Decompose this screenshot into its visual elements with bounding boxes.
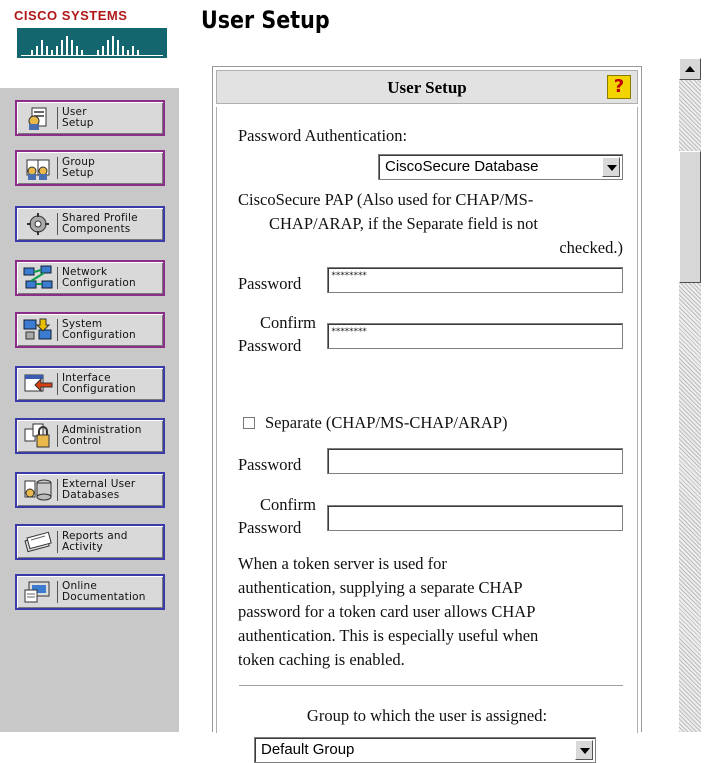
group-assignment-label: Group to which the user is assigned: [306, 706, 548, 725]
token-note-line: token caching is enabled. [238, 650, 405, 669]
nav-group-setup[interactable]: Group Setup [15, 150, 165, 186]
section-divider [239, 685, 623, 687]
nav-user-setup[interactable]: User Setup [15, 100, 165, 136]
separate-checkbox[interactable] [243, 417, 255, 429]
user-setup-panel: User Setup ? Password Authentication: Ci… [212, 66, 642, 763]
pap-note-line-2: CHAP/ARAP, if the Separate field is not [269, 214, 539, 233]
group-setup-icon [21, 154, 55, 182]
select-value: CiscoSecure Database [385, 158, 539, 175]
panel-header: User Setup ? [216, 70, 638, 104]
admin-control-icon [21, 422, 55, 450]
nav-network-configuration[interactable]: Network Configuration [15, 260, 165, 296]
select-value: Default Group [261, 741, 355, 758]
nav-reports-and-activity[interactable]: Reports and Activity [15, 524, 165, 560]
left-navigation: User Setup Group Setup Shared Profile Co… [0, 88, 179, 732]
online-doc-icon [21, 578, 55, 606]
token-note-line: password for a token card user allows CH… [238, 602, 536, 621]
separate-confirm-password-label: Password [238, 518, 302, 537]
password-authentication-select[interactable]: CiscoSecure Database [378, 154, 623, 180]
panel-header-title: User Setup [387, 78, 467, 97]
password-label: Password [238, 274, 302, 293]
token-note-line: authentication, supplying a separate CHA… [238, 578, 523, 597]
nav-interface-configuration[interactable]: Interface Configuration [15, 366, 165, 402]
panel-body: Password Authentication: CiscoSecure Dat… [216, 107, 638, 763]
brand-name: Cisco Systems [14, 8, 128, 23]
user-setup-icon [21, 104, 55, 132]
nav-label: Shared Profile Components [62, 212, 138, 235]
pap-note-line-3: checked.) [559, 238, 623, 257]
separate-confirm-password-field[interactable] [327, 505, 623, 531]
scroll-up-button[interactable] [679, 58, 701, 80]
token-note-line: authentication. This is especially usefu… [238, 626, 539, 645]
nav-shared-profile-components[interactable]: Shared Profile Components [15, 206, 165, 242]
confirm-password-label: Password [238, 336, 302, 355]
vertical-scrollbar[interactable] [679, 58, 701, 732]
password-authentication-label: Password Authentication: [238, 126, 408, 145]
separate-password-label: Password [238, 455, 302, 474]
cisco-bars-icon [17, 28, 167, 58]
shared-profile-icon [21, 210, 55, 238]
nav-label: Network Configuration [62, 266, 136, 289]
network-config-icon [21, 264, 55, 292]
nav-label: User Setup [62, 106, 94, 129]
confirm-label: Confirm [260, 313, 316, 332]
nav-label: Administration Control [62, 424, 142, 447]
system-config-icon [21, 316, 55, 344]
password-field[interactable]: ******** [327, 267, 623, 293]
pap-note-line-1: CiscoSecure PAP (Also used for CHAP/MS- [238, 190, 534, 209]
confirm-password-field[interactable]: ******** [327, 323, 623, 349]
group-select[interactable]: Default Group [254, 737, 596, 763]
token-note-line: When a token server is used for [238, 554, 447, 573]
scroll-thumb[interactable] [679, 151, 701, 283]
nav-external-user-databases[interactable]: External User Databases [15, 472, 165, 508]
chevron-down-icon[interactable] [575, 740, 593, 760]
nav-system-configuration[interactable]: System Configuration [15, 312, 165, 348]
separate-password-field[interactable] [327, 448, 623, 474]
nav-label: Interface Configuration [62, 372, 136, 395]
nav-online-documentation[interactable]: Online Documentation [15, 574, 165, 610]
separate-confirm-label: Confirm [260, 495, 316, 514]
page-title: User Setup [201, 6, 330, 34]
chevron-down-icon[interactable] [602, 157, 620, 177]
external-db-icon [21, 476, 55, 504]
interface-config-icon [21, 370, 55, 398]
separate-label: Separate (CHAP/MS-CHAP/ARAP) [265, 413, 508, 432]
cisco-logo: Cisco Systems [14, 8, 174, 70]
nav-administration-control[interactable]: Administration Control [15, 418, 165, 454]
reports-icon [21, 528, 55, 556]
help-icon[interactable]: ? [607, 75, 631, 99]
nav-label: External User Databases [62, 478, 136, 501]
nav-label: Online Documentation [62, 580, 146, 603]
nav-label: Group Setup [62, 156, 95, 179]
nav-label: Reports and Activity [62, 530, 128, 553]
nav-label: System Configuration [62, 318, 136, 341]
